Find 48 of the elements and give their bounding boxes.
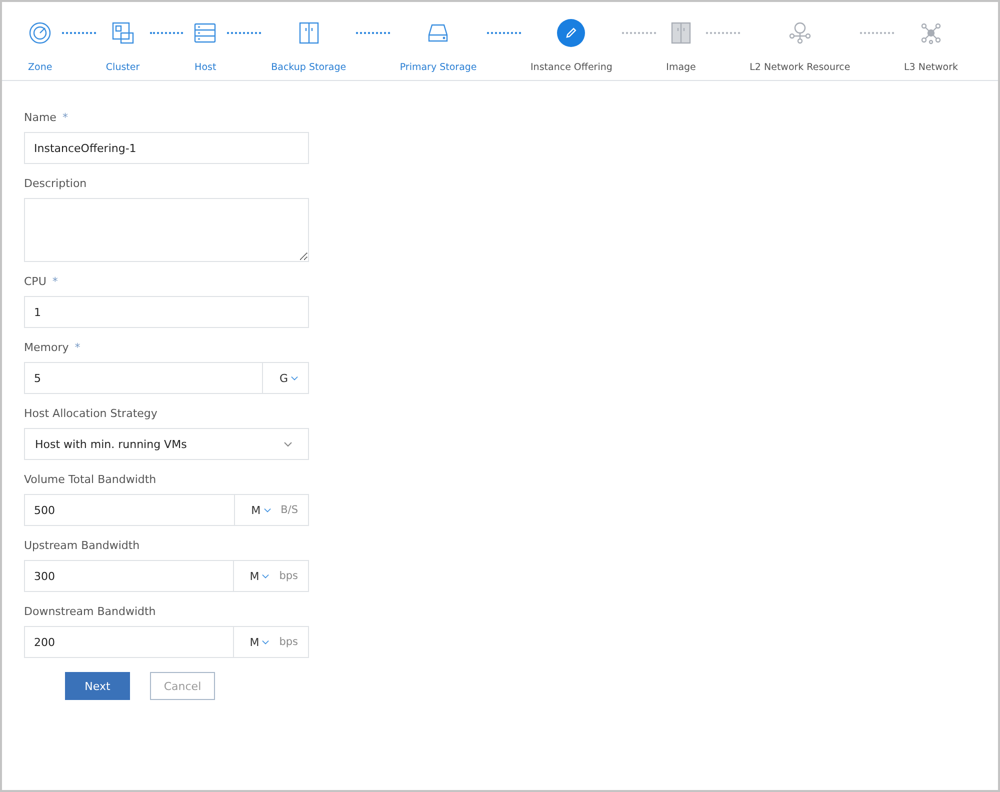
- next-button[interactable]: Next: [65, 672, 130, 700]
- unit-dropdown[interactable]: M: [250, 570, 270, 582]
- number-input[interactable]: 5: [24, 362, 264, 394]
- step-label[interactable]: Image: [666, 62, 696, 73]
- number-input[interactable]: 500: [24, 494, 236, 526]
- required-mark: *: [52, 275, 58, 288]
- unit-dropdown[interactable]: G: [279, 372, 298, 384]
- field-label: Downstream Bandwidth: [24, 605, 156, 618]
- network-tree-icon[interactable]: [788, 21, 812, 45]
- step-label[interactable]: Primary Storage: [400, 62, 477, 73]
- required-mark: *: [62, 111, 68, 124]
- unit-dropdown[interactable]: M: [250, 636, 270, 648]
- step-label[interactable]: Host: [194, 62, 216, 73]
- number-input[interactable]: 300: [24, 560, 234, 592]
- target-icon[interactable]: [28, 21, 52, 45]
- chevron-down-icon: [262, 574, 270, 578]
- network-hub-icon[interactable]: [919, 21, 943, 45]
- field-label: Host Allocation Strategy: [24, 407, 158, 420]
- number-input[interactable]: 200: [24, 626, 234, 658]
- server-icon[interactable]: [193, 21, 218, 45]
- cabinet-icon[interactable]: [296, 21, 321, 45]
- cluster-icon[interactable]: [110, 21, 135, 45]
- unit-suffix: bps: [279, 636, 298, 648]
- step-label[interactable]: L3 Network: [904, 62, 958, 73]
- chevron-down-icon: [291, 376, 298, 380]
- required-mark: *: [74, 341, 80, 354]
- step-label[interactable]: Cluster: [106, 62, 140, 73]
- chevron-down-icon: [264, 508, 271, 512]
- step-label[interactable]: L2 Network Resource: [750, 62, 850, 73]
- unit-suffix: bps: [279, 570, 298, 582]
- text-input[interactable]: InstanceOffering-1: [24, 132, 309, 164]
- field-label: CPU: [24, 275, 46, 288]
- unit-suffix: B/S: [280, 504, 298, 516]
- chevron-down-icon: [284, 442, 292, 446]
- unit-dropdown[interactable]: M: [251, 504, 271, 516]
- chevron-down-icon: [262, 640, 270, 644]
- pencil-icon[interactable]: [557, 19, 586, 47]
- step-label[interactable]: Backup Storage: [271, 62, 346, 73]
- strategy-select[interactable]: Host with min. running VMs: [24, 428, 309, 460]
- field-label: Description: [24, 177, 87, 190]
- field-label: Volume Total Bandwidth: [24, 473, 156, 486]
- field-label: Name: [24, 111, 56, 124]
- field-label: Memory: [24, 341, 69, 354]
- step-label[interactable]: Instance Offering: [530, 62, 612, 73]
- text-input[interactable]: 1: [24, 296, 309, 328]
- field-label: Upstream Bandwidth: [24, 539, 140, 552]
- cabinet-icon[interactable]: [669, 21, 694, 45]
- step-label[interactable]: Zone: [28, 62, 52, 73]
